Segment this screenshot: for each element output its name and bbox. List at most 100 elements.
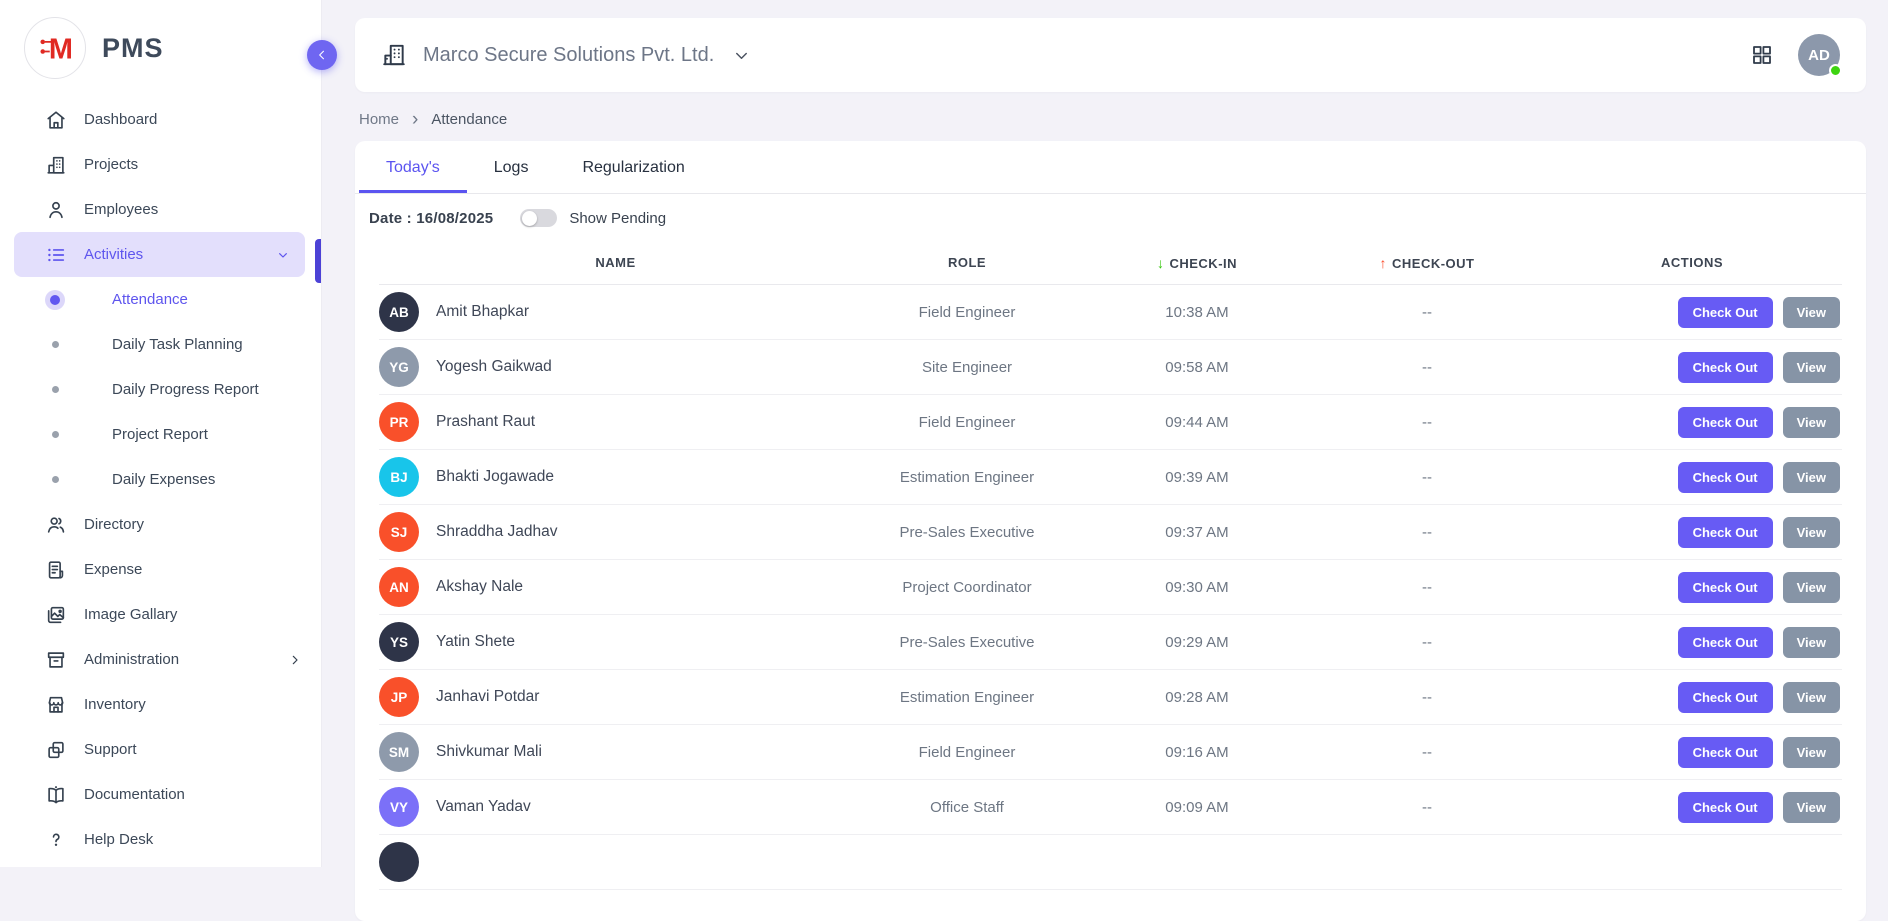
check-out-button[interactable]: Check Out [1678, 517, 1773, 548]
view-button[interactable]: View [1783, 297, 1840, 328]
sort-down-arrow-icon: ↓ [1157, 255, 1165, 271]
breadcrumb-home[interactable]: Home [359, 111, 399, 128]
view-button[interactable]: View [1783, 682, 1840, 713]
col-check-in[interactable]: ↓CHECK-IN [1082, 255, 1312, 271]
col-check-out[interactable]: ↑CHECK-OUT [1312, 255, 1542, 271]
view-button[interactable]: View [1783, 407, 1840, 438]
attendance-table: NAME ROLE ↓CHECK-IN ↑CHECK-OUT ACTIONS A… [355, 241, 1866, 890]
employee-cell: AB Amit Bhapkar [379, 292, 852, 332]
employee-cell [379, 842, 852, 882]
sidebar-item-directory[interactable]: Directory [0, 502, 321, 547]
sidebar-item-inventory[interactable]: Inventory [0, 682, 321, 727]
sidebar-nav: DashboardProjectsEmployeesActivitiesAtte… [0, 97, 321, 862]
breadcrumb-attendance: Attendance [431, 111, 507, 128]
view-button[interactable]: View [1783, 572, 1840, 603]
apps-grid-button[interactable] [1750, 43, 1774, 67]
employee-name: Prashant Raut [436, 413, 535, 431]
check-out-button[interactable]: Check Out [1678, 737, 1773, 768]
sidebar-subitem-project-report[interactable]: Project Report [0, 412, 321, 457]
tab-today-s[interactable]: Today's [359, 141, 467, 193]
bullet-dot-icon [44, 341, 66, 348]
check-out-button[interactable]: Check Out [1678, 297, 1773, 328]
sidebar-subitem-daily-progress-report[interactable]: Daily Progress Report [0, 367, 321, 412]
bullet-dot-icon [44, 476, 66, 483]
chevron-right-icon [287, 652, 303, 668]
check-in-cell: 09:29 AM [1082, 634, 1312, 651]
employee-name: Amit Bhapkar [436, 303, 529, 321]
actions-cell: Check Out View [1542, 572, 1842, 603]
list-icon [45, 244, 67, 266]
show-pending-toggle[interactable] [520, 209, 557, 227]
sidebar-item-administration[interactable]: Administration [0, 637, 321, 682]
main-area: Marco Secure Solutions Pvt. Ltd. AD Home… [322, 0, 1888, 867]
check-out-button[interactable]: Check Out [1678, 407, 1773, 438]
check-out-cell: -- [1312, 689, 1542, 706]
view-button[interactable]: View [1783, 737, 1840, 768]
check-out-button[interactable]: Check Out [1678, 792, 1773, 823]
check-out-button[interactable]: Check Out [1678, 682, 1773, 713]
user-avatar[interactable]: AD [1798, 34, 1840, 76]
tab-regularization[interactable]: Regularization [555, 141, 711, 193]
grid-icon [1750, 43, 1774, 67]
sidebar-item-expense[interactable]: Expense [0, 547, 321, 592]
table-body: ABAmit BhapkarField Engineer10:38 AM--Ch… [379, 285, 1842, 890]
sidebar-item-support[interactable]: Support [0, 727, 321, 772]
avatar: SM [379, 732, 419, 772]
sidebar-item-image-gallary[interactable]: Image Gallary [0, 592, 321, 637]
avatar: VY [379, 787, 419, 827]
view-button[interactable]: View [1783, 462, 1840, 493]
table-row: ABAmit BhapkarField Engineer10:38 AM--Ch… [379, 285, 1842, 340]
employee-name: Yatin Shete [436, 633, 515, 651]
view-button[interactable]: View [1783, 517, 1840, 548]
tab-logs[interactable]: Logs [467, 141, 556, 193]
check-out-button[interactable]: Check Out [1678, 627, 1773, 658]
sidebar-item-documentation[interactable]: Documentation [0, 772, 321, 817]
sidebar-subitem-attendance[interactable]: Attendance [0, 277, 321, 322]
archive-icon [45, 649, 67, 671]
check-in-cell: 09:44 AM [1082, 414, 1312, 431]
check-out-button[interactable]: Check Out [1678, 352, 1773, 383]
person-icon [45, 199, 67, 221]
avatar: YS [379, 622, 419, 662]
sidebar-subitem-daily-task-planning[interactable]: Daily Task Planning [0, 322, 321, 367]
check-out-button[interactable]: Check Out [1678, 572, 1773, 603]
col-actions: ACTIONS [1542, 255, 1842, 270]
role-cell: Field Engineer [852, 304, 1082, 321]
employee-cell: SM Shivkumar Mali [379, 732, 852, 772]
sidebar-item-employees[interactable]: Employees [0, 187, 321, 232]
role-cell: Site Engineer [852, 359, 1082, 376]
table-header: NAME ROLE ↓CHECK-IN ↑CHECK-OUT ACTIONS [379, 241, 1842, 285]
avatar [379, 842, 419, 882]
sidebar-item-dashboard[interactable]: Dashboard [0, 97, 321, 142]
check-in-cell: 09:30 AM [1082, 579, 1312, 596]
sidebar: M PMS DashboardProjectsEmployeesActiviti… [0, 0, 322, 867]
receipt-icon [45, 559, 67, 581]
people-icon [45, 514, 67, 536]
brand-name: PMS [102, 33, 164, 64]
employee-name: Bhakti Jogawade [436, 468, 554, 486]
sidebar-item-activities[interactable]: Activities [14, 232, 305, 277]
employee-cell: SJShraddha Jadhav [379, 512, 852, 552]
breadcrumb-separator: › [412, 113, 418, 127]
building-icon [381, 42, 407, 68]
avatar: AB [379, 292, 419, 332]
company-name: Marco Secure Solutions Pvt. Ltd. [423, 44, 714, 67]
actions-cell: Check Out View [1542, 462, 1842, 493]
check-out-cell: -- [1312, 634, 1542, 651]
check-out-button[interactable]: Check Out [1678, 462, 1773, 493]
company-selector[interactable]: Marco Secure Solutions Pvt. Ltd. [381, 42, 751, 68]
sidebar-subitem-daily-expenses[interactable]: Daily Expenses [0, 457, 321, 502]
role-cell: Office Staff [852, 799, 1082, 816]
avatar: PR [379, 402, 419, 442]
view-button[interactable]: View [1783, 627, 1840, 658]
view-button[interactable]: View [1783, 352, 1840, 383]
sidebar-item-help-desk[interactable]: Help Desk [0, 817, 321, 862]
view-button[interactable]: View [1783, 792, 1840, 823]
sidebar-item-projects[interactable]: Projects [0, 142, 321, 187]
employee-name: Shivkumar Mali [436, 743, 542, 761]
sidebar-collapse-button[interactable] [307, 40, 337, 70]
top-actions: AD [1750, 34, 1840, 76]
actions-cell: Check Out View [1542, 682, 1842, 713]
check-out-cell: -- [1312, 469, 1542, 486]
active-menu-indicator [315, 239, 321, 283]
